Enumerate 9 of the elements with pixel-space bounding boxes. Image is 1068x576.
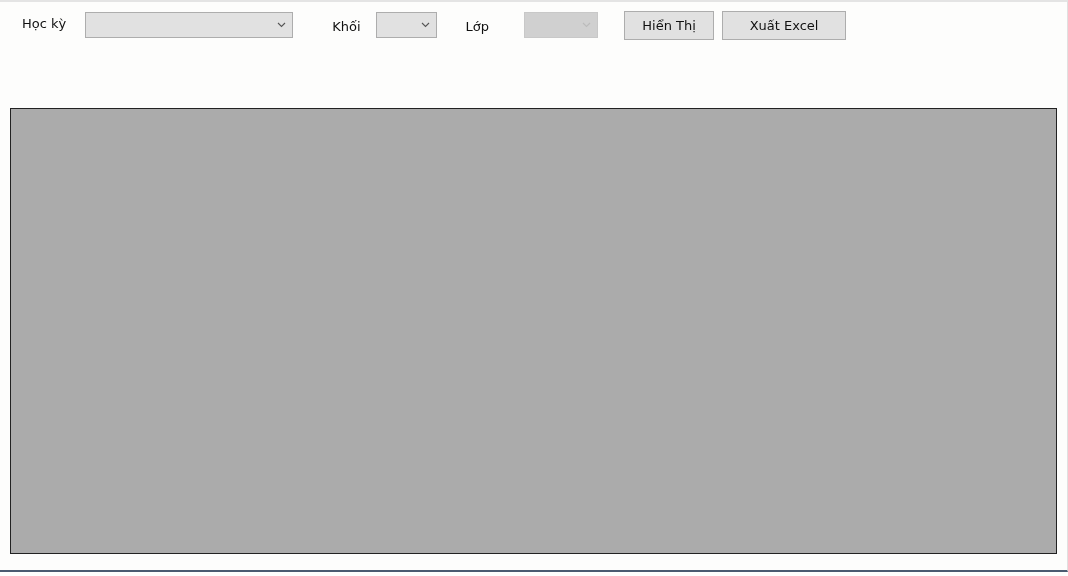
field-label: Lớp xyxy=(465,18,490,34)
dropdown[interactable] xyxy=(85,12,294,38)
chevron-down-icon xyxy=(420,22,430,28)
dropdown[interactable] xyxy=(375,12,437,38)
chevron-down-icon xyxy=(277,22,287,28)
show-button[interactable]: Hiển Thị xyxy=(624,11,715,40)
field-label: Học kỳ xyxy=(22,15,67,31)
export-button[interactable]: Xuất Excel xyxy=(722,11,847,40)
field-label: Khối xyxy=(332,18,361,34)
